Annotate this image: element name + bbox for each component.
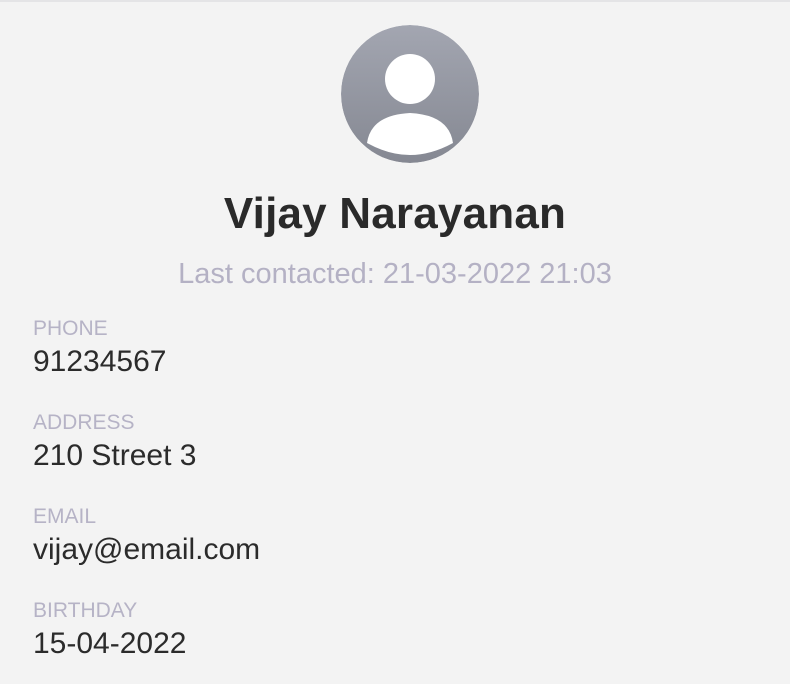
address-field: ADDRESS 210 Street 3 — [33, 410, 196, 474]
birthday-field: BIRTHDAY 15-04-2022 — [33, 598, 186, 662]
avatar — [341, 25, 479, 163]
email-label: EMAIL — [33, 505, 97, 528]
phone-value: 91234567 — [33, 345, 167, 378]
top-divider — [0, 0, 790, 2]
email-value: vijay@email.com — [33, 533, 261, 566]
last-contacted-text: Last contacted: 21-03-2022 21:03 — [178, 258, 612, 290]
birthday-value: 15-04-2022 — [33, 627, 187, 660]
person-silhouette-icon — [341, 25, 479, 163]
phone-field: PHONE 91234567 — [33, 316, 166, 380]
address-value: 210 Street 3 — [33, 439, 197, 472]
email-field: EMAIL vijay@email.com — [33, 504, 260, 568]
birthday-label: BIRTHDAY — [33, 599, 138, 622]
phone-label: PHONE — [33, 317, 108, 340]
address-label: ADDRESS — [33, 411, 135, 434]
contact-name: Vijay Narayanan — [223, 189, 567, 238]
